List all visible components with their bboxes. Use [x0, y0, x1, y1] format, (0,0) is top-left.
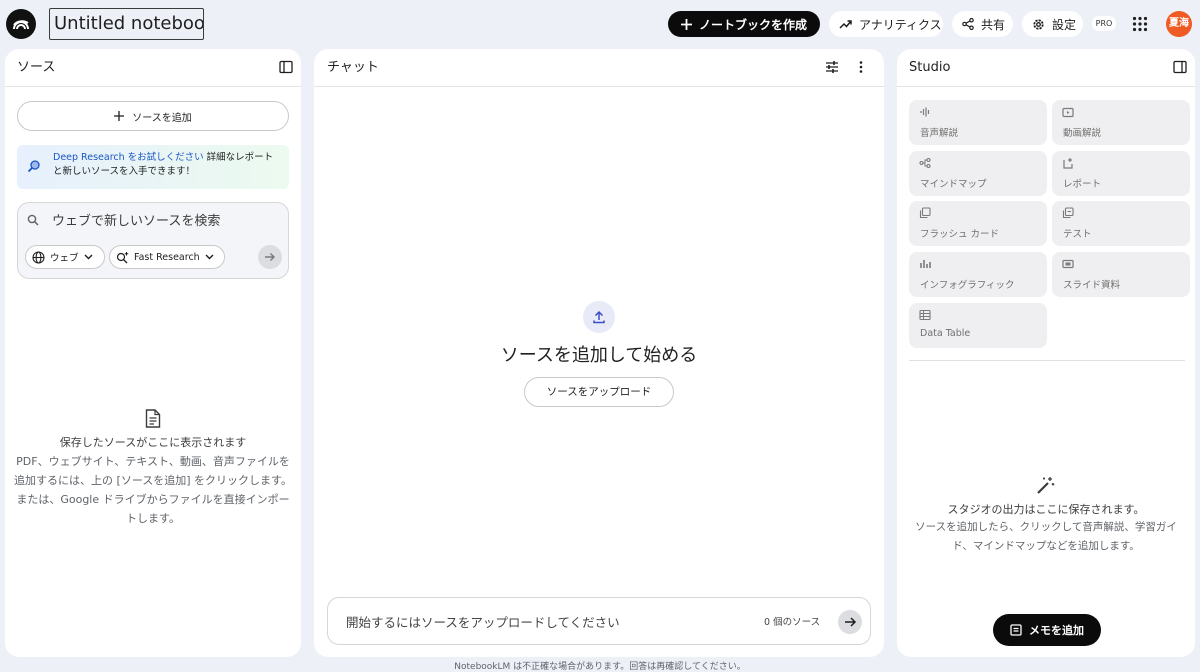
pro-badge: PRO — [1092, 16, 1116, 31]
sources-title: ソース — [17, 60, 56, 75]
create-notebook-label: ノートブックを作成 — [699, 17, 808, 32]
settings-label: 設定 — [1052, 17, 1077, 32]
studio-panel: Studio 音声解説 動画解説 マインドマップ レポート フラッシュ カード — [897, 49, 1195, 657]
sources-panel: ソース ソースを追加 Deep Research をお試しください 詳細なレポー… — [5, 49, 301, 657]
research-mode-dropdown[interactable]: Fast Research — [109, 245, 225, 269]
report-icon — [1062, 157, 1076, 171]
tune-settings-icon[interactable] — [825, 60, 841, 76]
chevron-down-icon — [205, 254, 214, 260]
web-search-box: ウェブ Fast Research — [17, 202, 289, 279]
chat-input[interactable] — [346, 612, 726, 632]
upload-icon — [583, 301, 615, 333]
upload-source-button[interactable]: ソースをアップロード — [524, 377, 674, 407]
tile-mindmap[interactable]: マインドマップ — [909, 151, 1047, 196]
web-source-dropdown[interactable]: ウェブ — [25, 245, 105, 269]
research-pill-label: Fast Research — [134, 251, 200, 263]
tile-slides[interactable]: スライド資料 — [1052, 252, 1190, 297]
chat-panel: チャット ソースを追加して始める ソースをアップロード 0 個のソース — [314, 49, 884, 657]
chevron-down-icon — [84, 254, 93, 260]
tile-label: インフォグラフィック — [920, 280, 1015, 291]
tile-infographic[interactable]: インフォグラフィック — [909, 252, 1047, 297]
flashcard-icon — [919, 207, 933, 221]
search-icon — [27, 214, 39, 226]
tile-label: スライド資料 — [1063, 280, 1121, 291]
share-icon — [962, 18, 974, 30]
notebook-title-input[interactable]: Untitled notebook — [49, 8, 204, 40]
add-note-label: メモを追加 — [1029, 624, 1084, 637]
tile-label: フラッシュ カード — [920, 229, 1000, 240]
table-icon — [919, 309, 933, 323]
plus-icon — [681, 18, 692, 30]
web-search-input[interactable] — [52, 211, 272, 231]
studio-empty-state: スタジオの出力はここに保存されます。 ソースを追加したら、クリックして音声解説、… — [897, 475, 1195, 556]
tile-data-table[interactable]: Data Table — [909, 303, 1047, 348]
tile-label: Data Table — [920, 328, 971, 339]
chat-panel-header: チャット — [314, 49, 884, 87]
studio-title: Studio — [909, 60, 951, 75]
deep-research-link[interactable]: Deep Research をお試しください — [53, 152, 204, 163]
tile-video-overview[interactable]: 動画解説 — [1052, 100, 1190, 145]
share-label: 共有 — [981, 17, 1006, 32]
add-note-button[interactable]: メモを追加 — [993, 614, 1101, 646]
tile-label: 動画解説 — [1063, 128, 1102, 139]
tile-label: テスト — [1063, 229, 1092, 240]
globe-icon — [32, 250, 45, 264]
deep-research-banner[interactable]: Deep Research をお試しください 詳細なレポートと新しいソースを入手… — [17, 145, 289, 189]
slides-icon — [1062, 258, 1076, 272]
chat-input-box: 0 個のソース — [327, 597, 871, 645]
tile-quiz[interactable]: テスト — [1052, 201, 1190, 246]
gear-icon — [1032, 18, 1045, 31]
chat-title: チャット — [327, 60, 379, 75]
document-icon — [13, 409, 293, 428]
sources-empty-title: 保存したソースがここに表示されます — [59, 436, 247, 449]
analytics-label: アナリティクス — [859, 17, 942, 32]
studio-empty-body: ソースを追加したら、クリックして音声解説、学習ガイド、マインドマップなどを追加し… — [915, 521, 1177, 552]
arrow-right-icon — [844, 616, 857, 628]
tile-report[interactable]: レポート — [1052, 151, 1190, 196]
sources-empty-body: PDF、ウェブサイト、テキスト、動画、音声ファイルを追加するには、上の [ソース… — [14, 455, 292, 525]
more-vert-icon[interactable] — [859, 60, 875, 76]
tile-label: 音声解説 — [920, 128, 959, 139]
add-source-button[interactable]: ソースを追加 — [17, 101, 289, 131]
settings-button[interactable]: 設定 — [1022, 11, 1083, 37]
add-source-label: ソースを追加 — [132, 112, 192, 124]
sources-empty-state: 保存したソースがここに表示されます PDF、ウェブサイト、テキスト、動画、音声フ… — [13, 409, 293, 528]
search-sparkle-icon — [27, 159, 41, 173]
magic-wand-icon — [897, 475, 1195, 495]
studio-panel-header: Studio — [897, 49, 1195, 87]
mindmap-icon — [919, 157, 933, 171]
video-icon — [1062, 106, 1076, 120]
avatar[interactable]: 夏海 — [1166, 11, 1192, 37]
tile-label: レポート — [1063, 179, 1102, 190]
chat-empty-headline: ソースを追加して始める — [500, 345, 698, 366]
create-notebook-button[interactable]: ノートブックを作成 — [668, 11, 820, 37]
tile-flashcards[interactable]: フラッシュ カード — [909, 201, 1047, 246]
quiz-icon — [1062, 207, 1076, 221]
analytics-button[interactable]: アナリティクス — [829, 11, 943, 37]
top-bar: Untitled notebook ノートブックを作成 アナリティクス 共有 設… — [0, 0, 1200, 48]
arrow-right-icon — [264, 251, 276, 263]
search-sparkle-icon — [116, 251, 129, 264]
studio-empty-title: スタジオの出力はここに保存されます。 — [947, 503, 1145, 516]
source-count: 0 個のソース — [764, 617, 821, 628]
send-button[interactable] — [838, 610, 862, 634]
sources-panel-header: ソース — [5, 49, 301, 87]
tile-label: マインドマップ — [920, 179, 987, 190]
apps-grid-icon[interactable] — [1132, 16, 1148, 32]
collapse-panel-icon[interactable] — [279, 60, 295, 76]
disclaimer-note: NotebookLM は不正確な場合があります。回答は再確認してください。 — [454, 662, 746, 672]
audio-waveform-icon — [919, 106, 933, 120]
tile-audio-overview[interactable]: 音声解説 — [909, 100, 1047, 145]
note-icon — [1010, 624, 1022, 636]
notebooklm-logo-icon[interactable] — [6, 9, 36, 39]
collapse-panel-icon[interactable] — [1173, 60, 1189, 76]
share-button[interactable]: 共有 — [952, 11, 1013, 37]
web-pill-label: ウェブ — [50, 253, 79, 264]
search-submit-button[interactable] — [258, 245, 282, 269]
infographic-icon — [919, 258, 933, 272]
studio-divider — [909, 360, 1185, 361]
plus-icon — [114, 111, 125, 121]
trending-up-icon — [839, 19, 852, 29]
